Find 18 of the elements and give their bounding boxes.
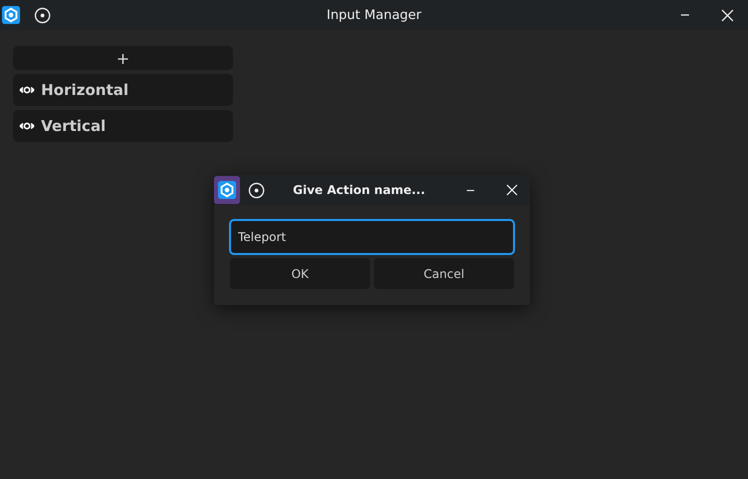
window-title: Input Manager [326,8,422,22]
action-item[interactable]: Vertical [13,110,233,142]
action-label: Horizontal [41,81,129,99]
pin-icon[interactable] [248,182,265,198]
dialog-button[interactable]: Cancel [374,258,514,289]
axis-icon [19,122,35,130]
axis-icon [19,86,35,94]
name-input-field[interactable]: Teleport [229,219,515,255]
add-button[interactable]: + [13,46,233,70]
close-icon[interactable] [721,8,734,22]
dialog-button[interactable]: OK [230,258,370,289]
pin-icon[interactable] [34,6,51,24]
app-icon[interactable] [2,6,20,24]
app-icon[interactable] [214,176,240,204]
dialog-title: Give Action name... [292,183,426,197]
close-icon[interactable] [506,184,518,196]
action-label: Vertical [41,117,106,135]
action-item[interactable]: Horizontal [13,74,233,106]
